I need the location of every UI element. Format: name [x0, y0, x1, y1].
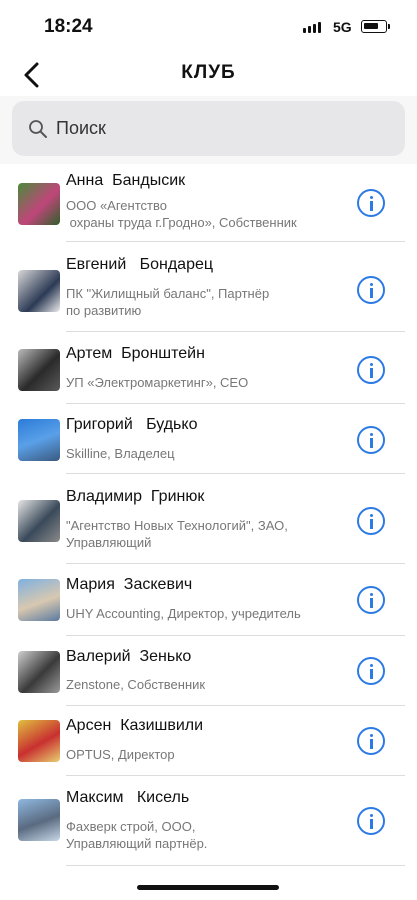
member-subtitle: Zenstone, Собственник: [66, 677, 206, 692]
info-icon[interactable]: [357, 276, 385, 304]
info-icon[interactable]: [357, 586, 385, 614]
avatar: [18, 349, 60, 391]
info-icon[interactable]: [357, 356, 385, 384]
member-name: Анна Бандысик: [66, 172, 186, 189]
avatar: [18, 183, 60, 225]
list-item[interactable]: Арсен Казишвили OPTUS, Директор: [0, 706, 417, 776]
avatar: [18, 720, 60, 762]
member-name: Максим Кисель: [66, 789, 190, 806]
member-subtitle: ООО «Агентство охраны труда г.Гродно», С…: [66, 198, 297, 230]
info-icon[interactable]: [357, 657, 385, 685]
info-icon[interactable]: [357, 807, 385, 835]
avatar: [18, 799, 60, 841]
network-type: 5G: [333, 19, 352, 35]
avatar: [18, 651, 60, 693]
member-name: Валерий Зенько: [66, 648, 192, 665]
avatar: [18, 500, 60, 542]
battery-icon: [361, 20, 390, 33]
divider: [66, 865, 405, 866]
member-subtitle: Фахверк строй, ООО, Управляющий партнёр.: [66, 819, 208, 851]
search-bar[interactable]: [12, 101, 405, 156]
page-title: КЛУБ: [181, 62, 236, 83]
member-name: Евгений Бондарец: [66, 256, 214, 273]
search-container: [0, 96, 417, 164]
signal-icon: [303, 22, 321, 33]
list-item[interactable]: Валерий Зенько Zenstone, Собственник: [0, 636, 417, 706]
member-name: Артем Бронштейн: [66, 345, 205, 362]
list-item[interactable]: Владимир Гринюк "Агентство Новых Техноло…: [0, 474, 417, 564]
nav-header: КЛУБ: [0, 52, 417, 96]
member-subtitle: УП «Электромаркетинг», CEO: [66, 375, 249, 390]
search-input[interactable]: [54, 117, 378, 140]
avatar: [18, 270, 60, 312]
search-icon: [29, 119, 47, 138]
member-subtitle: "Агентство Новых Технологий", ЗАО, Управ…: [66, 518, 288, 550]
member-name: Владимир Гринюк: [66, 488, 205, 505]
avatar: [18, 419, 60, 461]
member-subtitle: Skilline, Владелец: [66, 446, 175, 461]
member-name: Мария Заскевич: [66, 576, 193, 593]
member-subtitle: ПК "Жилищный баланс", Партнёр по развити…: [66, 286, 270, 318]
home-indicator: [137, 885, 279, 890]
status-bar: 18:24 5G: [0, 0, 417, 50]
member-name: Арсен Казишвили: [66, 717, 204, 734]
info-icon[interactable]: [357, 426, 385, 454]
info-icon[interactable]: [357, 507, 385, 535]
list-item[interactable]: Анна Бандысик ООО «Агентство охраны труд…: [0, 164, 417, 242]
list-item[interactable]: Артем Бронштейн УП «Электромаркетинг», C…: [0, 332, 417, 404]
member-subtitle: UHY Accounting, Директор, учредитель: [66, 606, 301, 621]
list-item[interactable]: Максим Кисель Фахверк строй, ООО, Управл…: [0, 776, 417, 866]
list-item[interactable]: Мария Заскевич UHY Accounting, Директор,…: [0, 564, 417, 636]
avatar: [18, 579, 60, 621]
member-name: Григорий Будько: [66, 416, 198, 433]
info-icon[interactable]: [357, 189, 385, 217]
status-time: 18:24: [44, 16, 93, 37]
list-item[interactable]: Григорий Будько Skilline, Владелец: [0, 404, 417, 474]
member-subtitle: OPTUS, Директор: [66, 747, 175, 762]
info-icon[interactable]: [357, 727, 385, 755]
list-item[interactable]: Евгений Бондарец ПК "Жилищный баланс", П…: [0, 242, 417, 332]
